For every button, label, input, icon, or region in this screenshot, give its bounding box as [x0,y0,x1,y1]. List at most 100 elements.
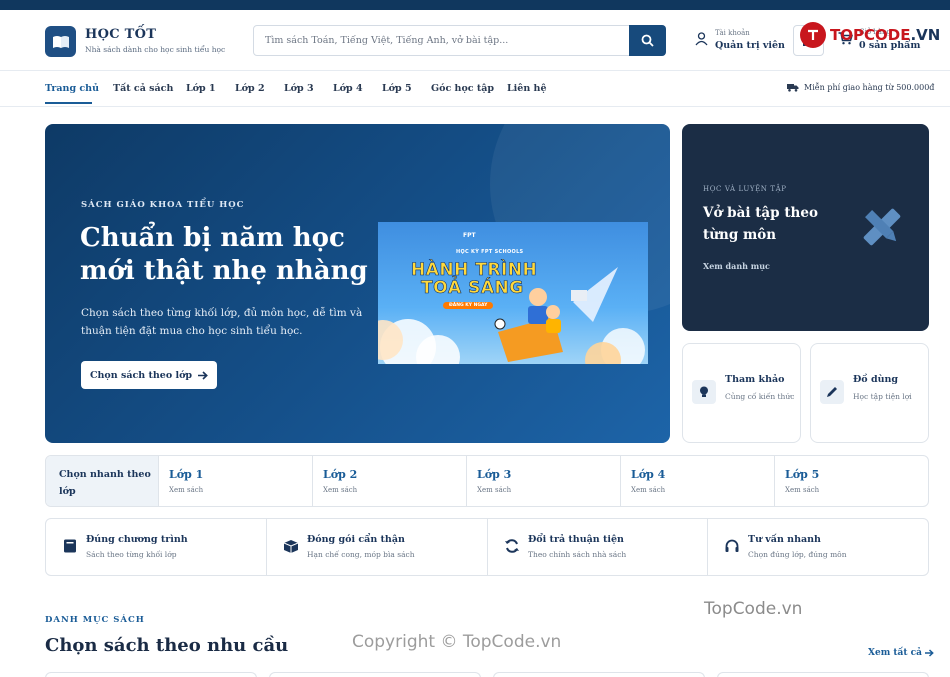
feature-curriculum: Đúng chương trình Sách theo từng khối lớ… [46,519,267,575]
feature-subtitle: Sách theo từng khối lớp [86,550,177,559]
view-all-link[interactable]: Xem tất cả [868,648,934,658]
grade-subtitle: Xem sách [169,486,204,494]
grade-1-link[interactable]: Lớp 1 Xem sách [159,456,313,506]
grade-subtitle: Xem sách [785,486,820,494]
category-title: Chọn sách theo nhu cầu [45,635,289,656]
book-logo-icon[interactable] [45,26,76,57]
view-all-label: Xem tất cả [868,648,922,658]
hero-description: Chọn sách theo từng khối lớp, đủ môn học… [81,307,363,337]
category-card[interactable] [45,672,257,677]
nav-grade-4[interactable]: Lớp 4 [333,83,363,94]
topcode-logo: TOPCODE.VN [800,20,940,50]
grade-title: Lớp 5 [785,468,820,481]
reference-subtitle: Củng cố kiến thức [725,392,795,401]
arrow-right-icon [924,649,934,657]
refresh-icon [505,539,519,553]
topcode-mark-icon [800,22,826,48]
category-card[interactable] [493,672,705,677]
topcode-watermark: TopCode.vn [704,599,803,619]
reference-card[interactable]: Tham khảo Củng cố kiến thức [682,343,801,443]
feature-subtitle: Chọn đúng lớp, đúng môn [748,550,847,559]
grade-title: Lớp 3 [477,468,512,481]
grade-3-link[interactable]: Lớp 3 Xem sách [467,456,621,506]
choose-by-grade-button[interactable]: Chọn sách theo lớp [81,361,217,389]
category-card[interactable] [269,672,481,677]
arrow-right-icon [198,370,208,380]
workbook-eyebrow: HỌC VÀ LUYỆN TẬP [703,185,787,193]
feature-subtitle: Theo chính sách nhà sách [528,550,627,559]
account-label: Tài khoản [715,29,750,37]
banner-school: HỌC KỲ FPT SCHOOLS [456,249,524,255]
supplies-card[interactable]: Đồ dùng Học tập tiện lợi [810,343,929,443]
feature-title: Tư vấn nhanh [748,534,821,545]
quick-grade-label-box: Chọn nhanh theo lớp [46,456,159,506]
grade-title: Lớp 2 [323,468,358,481]
shipping-note: Miễn phí giao hàng từ 500.000đ [787,83,934,92]
promo-banner-image[interactable]: FPT HỌC KỲ FPT SCHOOLS HÀNH TRÌNH TOẢ SÁ… [378,222,648,364]
truck-icon [787,84,799,92]
grade-4-link[interactable]: Lớp 4 Xem sách [621,456,775,506]
banner-cta: ĐĂNG KÝ NGAY [443,302,494,309]
nav-active-indicator [45,102,92,104]
grade-title: Lớp 4 [631,468,666,481]
supplies-subtitle: Học tập tiện lợi [853,392,912,401]
topcode-wordmark: TOPCODE.VN [830,26,941,44]
view-categories-link[interactable]: Xem danh mục [703,261,770,271]
workbook-promo-card[interactable]: HỌC VÀ LUYỆN TẬP Vở bài tập theo từng mô… [682,124,929,331]
pencil-icon [820,380,844,404]
search-button[interactable] [629,25,666,56]
box-icon [283,540,299,553]
banner-line-2: TOẢ SÁNG [421,278,524,299]
grade-subtitle: Xem sách [323,486,358,494]
site-header: HỌC TỐT Nhà sách dành cho học sinh tiểu … [0,10,950,71]
reference-title: Tham khảo [725,374,785,385]
feature-packaging: Đóng gói cẩn thận Hạn chế cong, móp bìa … [267,519,488,575]
search-icon [641,34,654,47]
feature-support: Tư vấn nhanh Chọn đúng lớp, đúng môn [708,519,928,575]
copyright-watermark: Copyright © TopCode.vn [352,632,562,652]
book-icon [64,539,76,553]
headset-icon [725,539,739,552]
nav-all-books[interactable]: Tất cả sách [113,83,173,94]
nav-grade-5[interactable]: Lớp 5 [382,83,412,94]
nav-grade-1[interactable]: Lớp 1 [186,83,216,94]
hero-banner: SÁCH GIÁO KHOA TIỂU HỌC Chuẩn bị năm học… [45,124,670,443]
brand-tagline: Nhà sách dành cho học sinh tiểu học [85,45,226,54]
lightbulb-icon [692,380,716,404]
category-eyebrow: DANH MỤC SÁCH [45,615,145,625]
grade-2-link[interactable]: Lớp 2 Xem sách [313,456,467,506]
search-bar [253,25,666,56]
pencil-ruler-icon [863,208,901,246]
feature-title: Đổi trả thuận tiện [528,534,624,545]
main-nav: Trang chủ Tất cả sách Lớp 1 Lớp 2 Lớp 3 … [0,71,950,107]
nav-home[interactable]: Trang chủ [45,83,99,94]
nav-grade-3[interactable]: Lớp 3 [284,83,314,94]
top-bar [0,0,950,10]
feature-returns: Đổi trả thuận tiện Theo chính sách nhà s… [488,519,708,575]
nav-study-corner[interactable]: Góc học tập [431,83,494,94]
category-card[interactable] [717,672,929,677]
grade-title: Lớp 1 [169,468,204,481]
banner-line-1: HÀNH TRÌNH [411,260,538,281]
quick-grade-selector: Chọn nhanh theo lớp Lớp 1 Xem sách Lớp 2… [45,455,929,507]
nav-contact[interactable]: Liên hệ [507,83,547,94]
search-input[interactable] [254,26,630,55]
hero-eyebrow: SÁCH GIÁO KHOA TIỂU HỌC [81,200,245,210]
grade-subtitle: Xem sách [477,486,512,494]
grade-subtitle: Xem sách [631,486,666,494]
workbook-title: Vở bài tập theo từng môn [703,205,818,243]
choose-by-grade-label: Chọn sách theo lớp [89,369,193,381]
shipping-text: Miễn phí giao hàng từ 500.000đ [804,83,935,92]
banner-org: FPT [463,232,476,239]
account-name: Quản trị viên [715,40,785,51]
hero-title: Chuẩn bị năm học mới thật nhẹ nhàng [80,223,368,286]
feature-title: Đúng chương trình [86,534,188,545]
feature-title: Đóng gói cẩn thận [307,534,405,545]
nav-grade-2[interactable]: Lớp 2 [235,83,265,94]
supplies-title: Đồ dùng [853,374,899,385]
user-icon [695,32,708,46]
brand-name[interactable]: HỌC TỐT [85,27,156,42]
feature-subtitle: Hạn chế cong, móp bìa sách [307,550,415,559]
grade-5-link[interactable]: Lớp 5 Xem sách [775,456,928,506]
quick-grade-label: Chọn nhanh theo lớp [59,469,151,497]
